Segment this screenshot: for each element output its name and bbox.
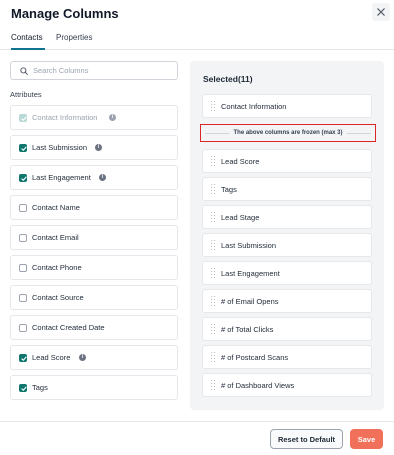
attribute-checkbox[interactable] — [19, 384, 27, 392]
selected-item-label: Last Engagement — [221, 269, 280, 278]
drag-handle-icon[interactable] — [211, 324, 215, 335]
info-icon[interactable]: i — [79, 354, 86, 361]
selected-item[interactable]: Lead Stage — [202, 205, 372, 229]
close-button[interactable] — [372, 3, 390, 21]
selected-item-label: # of Email Opens — [221, 297, 279, 306]
selected-item-label: Lead Stage — [221, 213, 260, 222]
attribute-item[interactable]: Contact Source — [10, 285, 178, 310]
drag-handle-icon[interactable] — [211, 184, 215, 195]
attribute-label: Last Engagement — [32, 173, 91, 182]
search-icon — [20, 67, 28, 75]
selected-item[interactable]: Last Engagement — [202, 261, 372, 285]
attribute-label: Contact Created Date — [32, 323, 105, 332]
info-icon[interactable]: i — [99, 174, 106, 181]
attribute-checkbox[interactable] — [19, 174, 27, 182]
selected-title: Selected(11) — [203, 74, 253, 84]
selected-item[interactable]: # of Email Opens — [202, 289, 372, 313]
tab-properties[interactable]: Properties — [56, 33, 92, 50]
search-box[interactable] — [10, 61, 178, 80]
close-icon — [377, 8, 385, 16]
tab-contacts[interactable]: Contacts — [11, 33, 45, 50]
check-icon — [20, 116, 27, 121]
attribute-checkbox[interactable] — [19, 234, 27, 242]
attribute-item[interactable]: Lead Score i — [10, 345, 178, 370]
drag-handle-icon[interactable] — [211, 212, 215, 223]
selected-item[interactable]: # of Dashboard Views — [202, 373, 372, 397]
attribute-checkbox[interactable] — [19, 204, 27, 212]
selected-item[interactable]: Contact Information — [202, 94, 372, 118]
selected-item-label: Contact Information — [221, 102, 287, 111]
check-icon — [20, 386, 27, 391]
dialog-footer: Reset to Default Save — [0, 421, 394, 455]
attribute-checkbox[interactable] — [19, 144, 27, 152]
selected-item-label: Lead Score — [221, 157, 260, 166]
drag-handle-icon[interactable] — [211, 352, 215, 363]
attributes-panel: Attributes Contact InformationiLast Subm… — [0, 50, 190, 412]
selected-item-label: # of Total Clicks — [221, 325, 274, 334]
attribute-item[interactable]: Contact Created Date — [10, 315, 178, 340]
attribute-label: Contact Name — [32, 203, 80, 212]
attribute-checkbox — [19, 114, 27, 122]
attribute-label: Contact Phone — [32, 263, 82, 272]
reset-to-default-button[interactable]: Reset to Default — [270, 429, 343, 449]
attribute-label: Contact Source — [32, 293, 84, 302]
attribute-item[interactable]: Contact Name — [10, 195, 178, 220]
search-input[interactable] — [33, 64, 173, 77]
frozen-note: The above columns are frozen (max 3) — [233, 130, 343, 136]
check-icon — [20, 176, 27, 181]
selected-item-label: Last Submission — [221, 241, 277, 250]
drag-handle-icon[interactable] — [211, 296, 215, 307]
attribute-label: Contact Information — [32, 113, 98, 122]
dialog-title: Manage Columns — [11, 6, 119, 21]
selected-item[interactable]: # of Total Clicks — [202, 317, 372, 341]
frozen-divider: The above columns are frozen (max 3) — [200, 124, 376, 142]
attribute-item[interactable]: Contact Information i — [10, 105, 178, 130]
attribute-checkbox[interactable] — [19, 354, 27, 362]
save-button[interactable]: Save — [350, 429, 383, 449]
selected-item-label: # of Dashboard Views — [221, 381, 295, 390]
selected-item[interactable]: # of Postcard Scans — [202, 345, 372, 369]
attribute-label: Lead Score — [32, 353, 71, 362]
attribute-item[interactable]: Last Engagement i — [10, 165, 178, 190]
drag-handle-icon[interactable] — [211, 156, 215, 167]
attribute-item[interactable]: Last Submission i — [10, 135, 178, 160]
check-icon — [20, 146, 27, 151]
drag-handle-icon[interactable] — [211, 101, 215, 112]
attribute-checkbox[interactable] — [19, 294, 27, 302]
info-icon[interactable]: i — [109, 114, 116, 121]
drag-handle-icon[interactable] — [211, 268, 215, 279]
selected-item-label: Tags — [221, 185, 237, 194]
selected-item[interactable]: Lead Score — [202, 149, 372, 173]
attribute-item[interactable]: Contact Phone — [10, 255, 178, 280]
attribute-label: Contact Email — [32, 233, 79, 242]
info-icon[interactable]: i — [95, 144, 102, 151]
attribute-checkbox[interactable] — [19, 264, 27, 272]
check-icon — [20, 356, 27, 361]
selected-item[interactable]: Last Submission — [202, 233, 372, 257]
attribute-item[interactable]: Contact Email — [10, 225, 178, 250]
attribute-item[interactable]: Tags — [10, 375, 178, 400]
dialog-header: Manage Columns — [0, 0, 394, 28]
selected-item-label: # of Postcard Scans — [221, 353, 289, 362]
attribute-label: Tags — [32, 383, 48, 392]
attribute-checkbox[interactable] — [19, 324, 27, 332]
drag-handle-icon[interactable] — [211, 380, 215, 391]
tab-bar: Contacts Properties — [0, 30, 394, 50]
drag-handle-icon[interactable] — [211, 240, 215, 251]
selected-item[interactable]: Tags — [202, 177, 372, 201]
attributes-heading: Attributes — [10, 90, 42, 99]
attribute-label: Last Submission — [32, 143, 88, 152]
selected-panel: Selected(11) Contact Information Lead Sco… — [190, 61, 384, 410]
